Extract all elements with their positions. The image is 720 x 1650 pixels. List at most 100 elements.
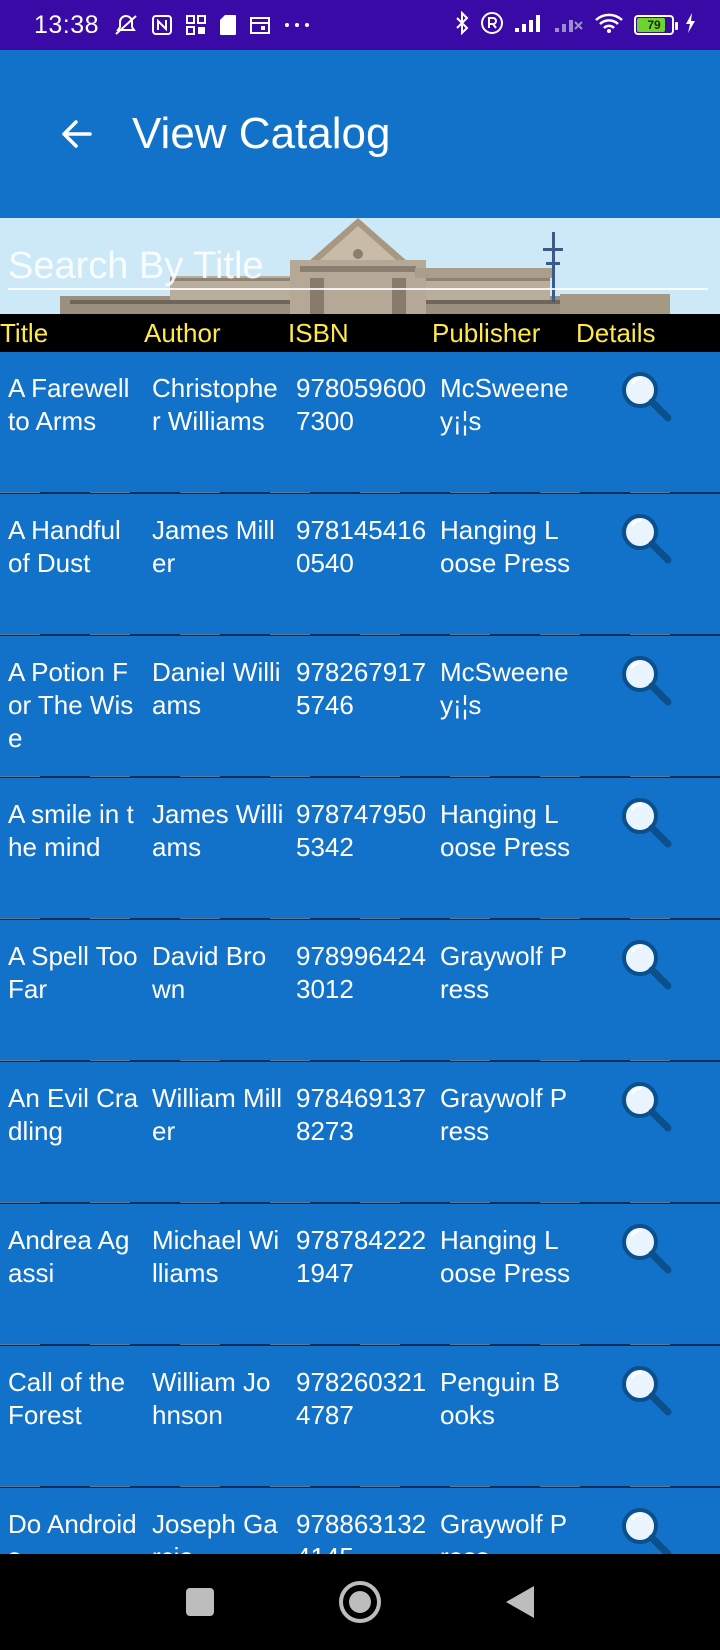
magnifier-icon[interactable] (618, 652, 674, 708)
cell-isbn: 9787842221947 (296, 1225, 427, 1288)
cell-isbn: 9789964243012 (296, 941, 427, 1004)
cell-details (576, 352, 720, 492)
cell-author: Michael Williams (152, 1225, 280, 1288)
cell-publisher: Hanging Loose Press (440, 515, 571, 578)
nav-back-button[interactable] (440, 1554, 600, 1650)
table-row[interactable]: A Potion For The Wise Daniel Williams 97… (0, 636, 720, 778)
magnifier-icon[interactable] (618, 794, 674, 850)
muted-alarm-icon (113, 13, 139, 37)
header-title[interactable]: Title (0, 318, 144, 349)
recents-square-icon (186, 1588, 214, 1616)
magnifier-icon[interactable] (618, 1220, 674, 1276)
magnifier-icon[interactable] (618, 510, 674, 566)
table-row[interactable]: A Farewell to Arms Christopher Williams … (0, 352, 720, 494)
signal-off-icon (554, 13, 584, 38)
back-button[interactable] (36, 94, 116, 174)
magnifier-icon[interactable] (618, 368, 674, 424)
system-nav-bar (0, 1554, 720, 1650)
cell-details (576, 1062, 720, 1202)
cell-publisher: Graywolf Press (440, 1083, 568, 1146)
cell-publisher: Hanging Loose Press (440, 1225, 571, 1288)
arrow-left-icon (62, 120, 92, 148)
bluetooth-icon (454, 10, 470, 40)
status-bar: 13:38 79 (0, 0, 720, 50)
cell-isbn: 9784691378273 (296, 1083, 427, 1146)
cell-title: A Handful of Dust (8, 515, 121, 578)
cell-details (576, 1488, 720, 1554)
app-bar: View Catalog (0, 50, 720, 218)
calendar-icon (249, 15, 271, 35)
header-publisher[interactable]: Publisher (432, 318, 576, 349)
table-row[interactable]: Andrea Agassi Michael Williams 978784222… (0, 1204, 720, 1346)
cell-author: James Miller (152, 515, 275, 578)
header-author[interactable]: Author (144, 318, 288, 349)
cell-details (576, 494, 720, 634)
more-dots-icon (283, 20, 311, 30)
registered-icon (480, 11, 504, 40)
magnifier-icon[interactable] (618, 1078, 674, 1134)
battery-level: 79 (647, 18, 661, 32)
cell-publisher: Graywolf Press (440, 1509, 568, 1554)
cell-author: David Brown (152, 941, 267, 1004)
charging-icon (684, 12, 696, 39)
cell-isbn: 9781454160540 (296, 515, 427, 578)
header-details: Details (576, 317, 656, 348)
recents-button[interactable] (120, 1554, 280, 1650)
cell-title: A Spell Too Far (8, 941, 138, 1004)
nfc-icon (151, 14, 173, 36)
table-row[interactable]: Call of the Forest William Johnson 97826… (0, 1346, 720, 1488)
cell-publisher: Hanging Loose Press (440, 799, 571, 862)
cell-publisher: Penguin Books (440, 1367, 560, 1430)
wifi-icon (594, 12, 624, 39)
cell-isbn: 9780596007300 (296, 373, 427, 436)
cell-details (576, 1204, 720, 1344)
table-row[interactable]: An Evil Cradling William Miller 97846913… (0, 1062, 720, 1204)
sd-card-icon (219, 14, 237, 36)
cell-author: William Miller (152, 1083, 282, 1146)
cell-author: James Williams (152, 799, 284, 862)
status-left-icons (113, 13, 311, 37)
header-isbn[interactable]: ISBN (288, 318, 432, 349)
cell-details (576, 920, 720, 1060)
cell-details (576, 778, 720, 918)
cell-title: A Farewell to Arms (8, 373, 130, 436)
cell-title: A Potion For The Wise (8, 657, 134, 753)
magnifier-icon[interactable] (618, 1504, 674, 1554)
cell-isbn: 9782603214787 (296, 1367, 427, 1430)
cell-details (576, 636, 720, 776)
table-row[interactable]: A Handful of Dust James Miller 978145416… (0, 494, 720, 636)
search-banner (0, 218, 720, 314)
cell-isbn: 9788631324145 (296, 1509, 427, 1554)
status-time: 13:38 (34, 10, 100, 39)
status-right-icons: 79 (454, 10, 696, 40)
magnifier-icon[interactable] (618, 1362, 674, 1418)
home-button[interactable] (280, 1554, 440, 1650)
search-input[interactable] (8, 244, 708, 290)
table-row[interactable]: Do Androids Joseph Garcia 9788631324145 … (0, 1488, 720, 1554)
page-title: View Catalog (132, 109, 391, 158)
cell-author: Daniel Williams (152, 657, 281, 720)
cell-isbn: 9782679175746 (296, 657, 427, 720)
cell-author: Joseph Garcia (152, 1509, 278, 1554)
table-header: Title Author ISBN Publisher Details (0, 314, 720, 352)
home-circle-icon (339, 1581, 381, 1623)
cell-publisher: McSweeney¡¦s (440, 373, 569, 436)
cell-title: Do Androids (8, 1509, 137, 1554)
qr-icon (185, 14, 207, 36)
cell-details (576, 1346, 720, 1486)
table-row[interactable]: A Spell Too Far David Brown 978996424301… (0, 920, 720, 1062)
cell-title: A smile in the mind (8, 799, 134, 862)
cell-title: Call of the Forest (8, 1367, 126, 1430)
cell-publisher: Graywolf Press (440, 941, 568, 1004)
table-row[interactable]: A smile in the mind James Williams 97874… (0, 778, 720, 920)
battery-icon: 79 (634, 15, 678, 35)
cell-isbn: 9787479505342 (296, 799, 427, 862)
catalog-list[interactable]: A Farewell to Arms Christopher Williams … (0, 352, 720, 1554)
cell-author: William Johnson (152, 1367, 271, 1430)
cell-title: An Evil Cradling (8, 1083, 139, 1146)
cell-author: Christopher Williams (152, 373, 278, 436)
back-triangle-icon (506, 1586, 534, 1618)
magnifier-icon[interactable] (618, 936, 674, 992)
cell-publisher: McSweeney¡¦s (440, 657, 569, 720)
signal-icon (514, 13, 544, 38)
